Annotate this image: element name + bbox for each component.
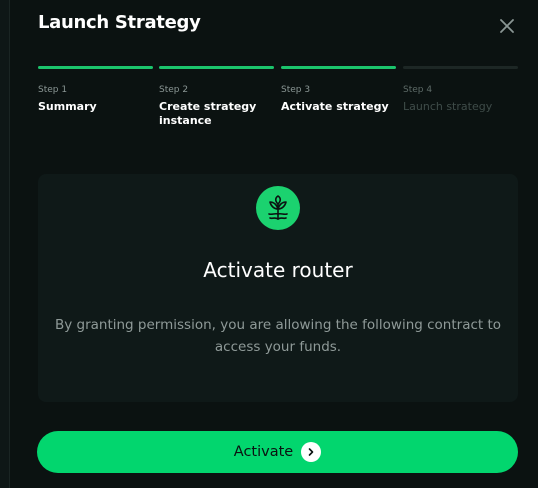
modal-title: Launch Strategy xyxy=(38,12,201,33)
card-description: By granting permission, you are allowing… xyxy=(54,317,502,355)
step-number: Step 2 xyxy=(159,85,189,95)
step-create-instance: Step 2 Create strategy instance xyxy=(159,66,274,128)
step-number: Step 1 xyxy=(38,85,68,95)
backdrop-edge xyxy=(0,0,10,488)
activate-button-label: Activate xyxy=(233,444,294,460)
step-progress-bar xyxy=(159,66,274,69)
chevron-right-icon xyxy=(301,442,322,462)
step-label: Launch strategy xyxy=(403,100,493,113)
step-label: Create strategy instance xyxy=(159,100,257,127)
step-progress-bar xyxy=(38,66,153,69)
step-progress-bar xyxy=(403,66,518,69)
step-activate-strategy: Step 3 Activate strategy xyxy=(281,66,396,114)
stepper: Step 1 Summary Step 2 Create strategy in… xyxy=(38,66,518,136)
activate-router-card: Activate router By granting permission, … xyxy=(38,174,518,402)
activate-button[interactable]: Activate xyxy=(37,431,518,473)
step-label: Summary xyxy=(38,100,97,113)
step-summary: Step 1 Summary xyxy=(38,66,153,114)
close-icon xyxy=(500,19,514,33)
step-progress-bar xyxy=(281,66,396,69)
step-number: Step 4 xyxy=(403,85,433,95)
step-label: Activate strategy xyxy=(281,100,389,113)
sprout-icon xyxy=(268,195,288,220)
step-number: Step 3 xyxy=(281,85,311,95)
close-button[interactable] xyxy=(498,17,516,35)
step-launch-strategy: Step 4 Launch strategy xyxy=(403,66,518,114)
card-title: Activate router xyxy=(203,258,353,282)
router-sprout-icon xyxy=(256,186,300,230)
